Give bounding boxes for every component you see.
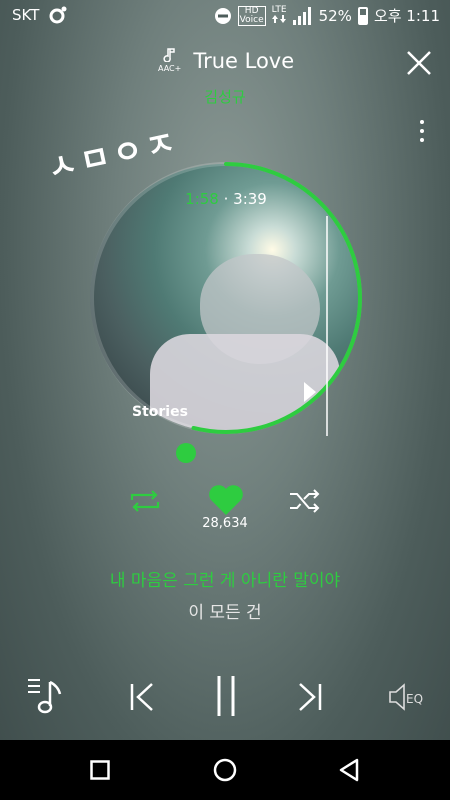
lte-label: LTE — [271, 4, 287, 15]
close-button[interactable] — [406, 50, 432, 76]
total-time: 3:39 — [233, 190, 267, 208]
repeat-icon — [130, 490, 160, 512]
system-nav-bar — [0, 740, 450, 800]
carrier-label: SKT — [12, 6, 40, 24]
current-time: 1:58 — [185, 190, 219, 208]
close-icon — [407, 51, 431, 75]
album-art-disc[interactable]: 1:58 · 3:39 Stories — [88, 160, 364, 436]
artist-name[interactable]: 김성규 — [0, 86, 450, 107]
home-button[interactable] — [213, 758, 237, 786]
app-notification-icon — [49, 6, 67, 24]
music-note-icon — [163, 48, 175, 63]
dnd-icon — [214, 7, 232, 25]
battery-icon — [357, 6, 368, 25]
playback-controls: EQ — [0, 670, 450, 726]
equalizer-icon: EQ — [389, 683, 423, 711]
song-title: True Love — [193, 48, 295, 73]
circle-home-icon — [213, 758, 237, 782]
like-count: 28,634 — [202, 516, 248, 531]
back-button[interactable] — [338, 758, 360, 786]
clock: 오후 1:11 — [373, 7, 440, 25]
pause-button[interactable] — [214, 674, 238, 722]
format-label: AAC+ — [158, 64, 182, 73]
previous-icon — [130, 683, 153, 711]
recent-apps-button[interactable] — [90, 760, 110, 784]
status-bar: SKT HD Voice LTE 52% 오후 1:11 — [0, 0, 450, 30]
lyric-current-line[interactable]: 내 마음은 그런 게 아니란 말이야 — [0, 566, 450, 591]
signal-icon — [292, 6, 313, 25]
time-display: 1:58 · 3:39 — [88, 190, 364, 208]
lte-indicator: LTE — [271, 4, 287, 26]
playlist-button[interactable] — [26, 676, 64, 720]
hd-voice-badge: HD Voice — [237, 5, 266, 26]
play-indicator-icon — [304, 382, 316, 402]
next-button[interactable] — [296, 682, 324, 716]
page-indicator-dot — [176, 443, 196, 463]
square-icon — [90, 760, 110, 780]
player-header: AAC+ True Love 김성규 — [0, 40, 450, 142]
audio-format-badge: AAC+ — [158, 48, 181, 73]
heart-icon — [209, 485, 243, 515]
pause-icon — [217, 676, 235, 716]
shuffle-icon — [290, 489, 320, 513]
playlist-icon — [28, 679, 62, 714]
back-triangle-icon — [339, 758, 359, 782]
lyric-next-line[interactable]: 이 모든 건 — [0, 598, 450, 623]
title-row: AAC+ True Love — [158, 48, 294, 73]
eq-label: EQ — [406, 692, 423, 706]
album-text: Stories — [132, 404, 188, 420]
shuffle-button[interactable] — [288, 488, 322, 518]
repeat-button[interactable] — [128, 488, 162, 518]
next-icon — [299, 683, 322, 711]
more-options-button[interactable] — [418, 120, 426, 146]
equalizer-button[interactable]: EQ — [388, 682, 428, 716]
like-button[interactable] — [208, 484, 244, 520]
previous-button[interactable] — [128, 682, 156, 716]
more-vertical-icon — [420, 120, 424, 124]
seek-line — [326, 216, 328, 436]
data-arrows-icon — [272, 14, 287, 23]
battery-percent: 52% — [318, 6, 352, 25]
time-separator: · — [218, 190, 234, 208]
music-player-screen: SKT HD Voice LTE 52% 오후 1:11 AAC+ True L… — [0, 0, 450, 800]
